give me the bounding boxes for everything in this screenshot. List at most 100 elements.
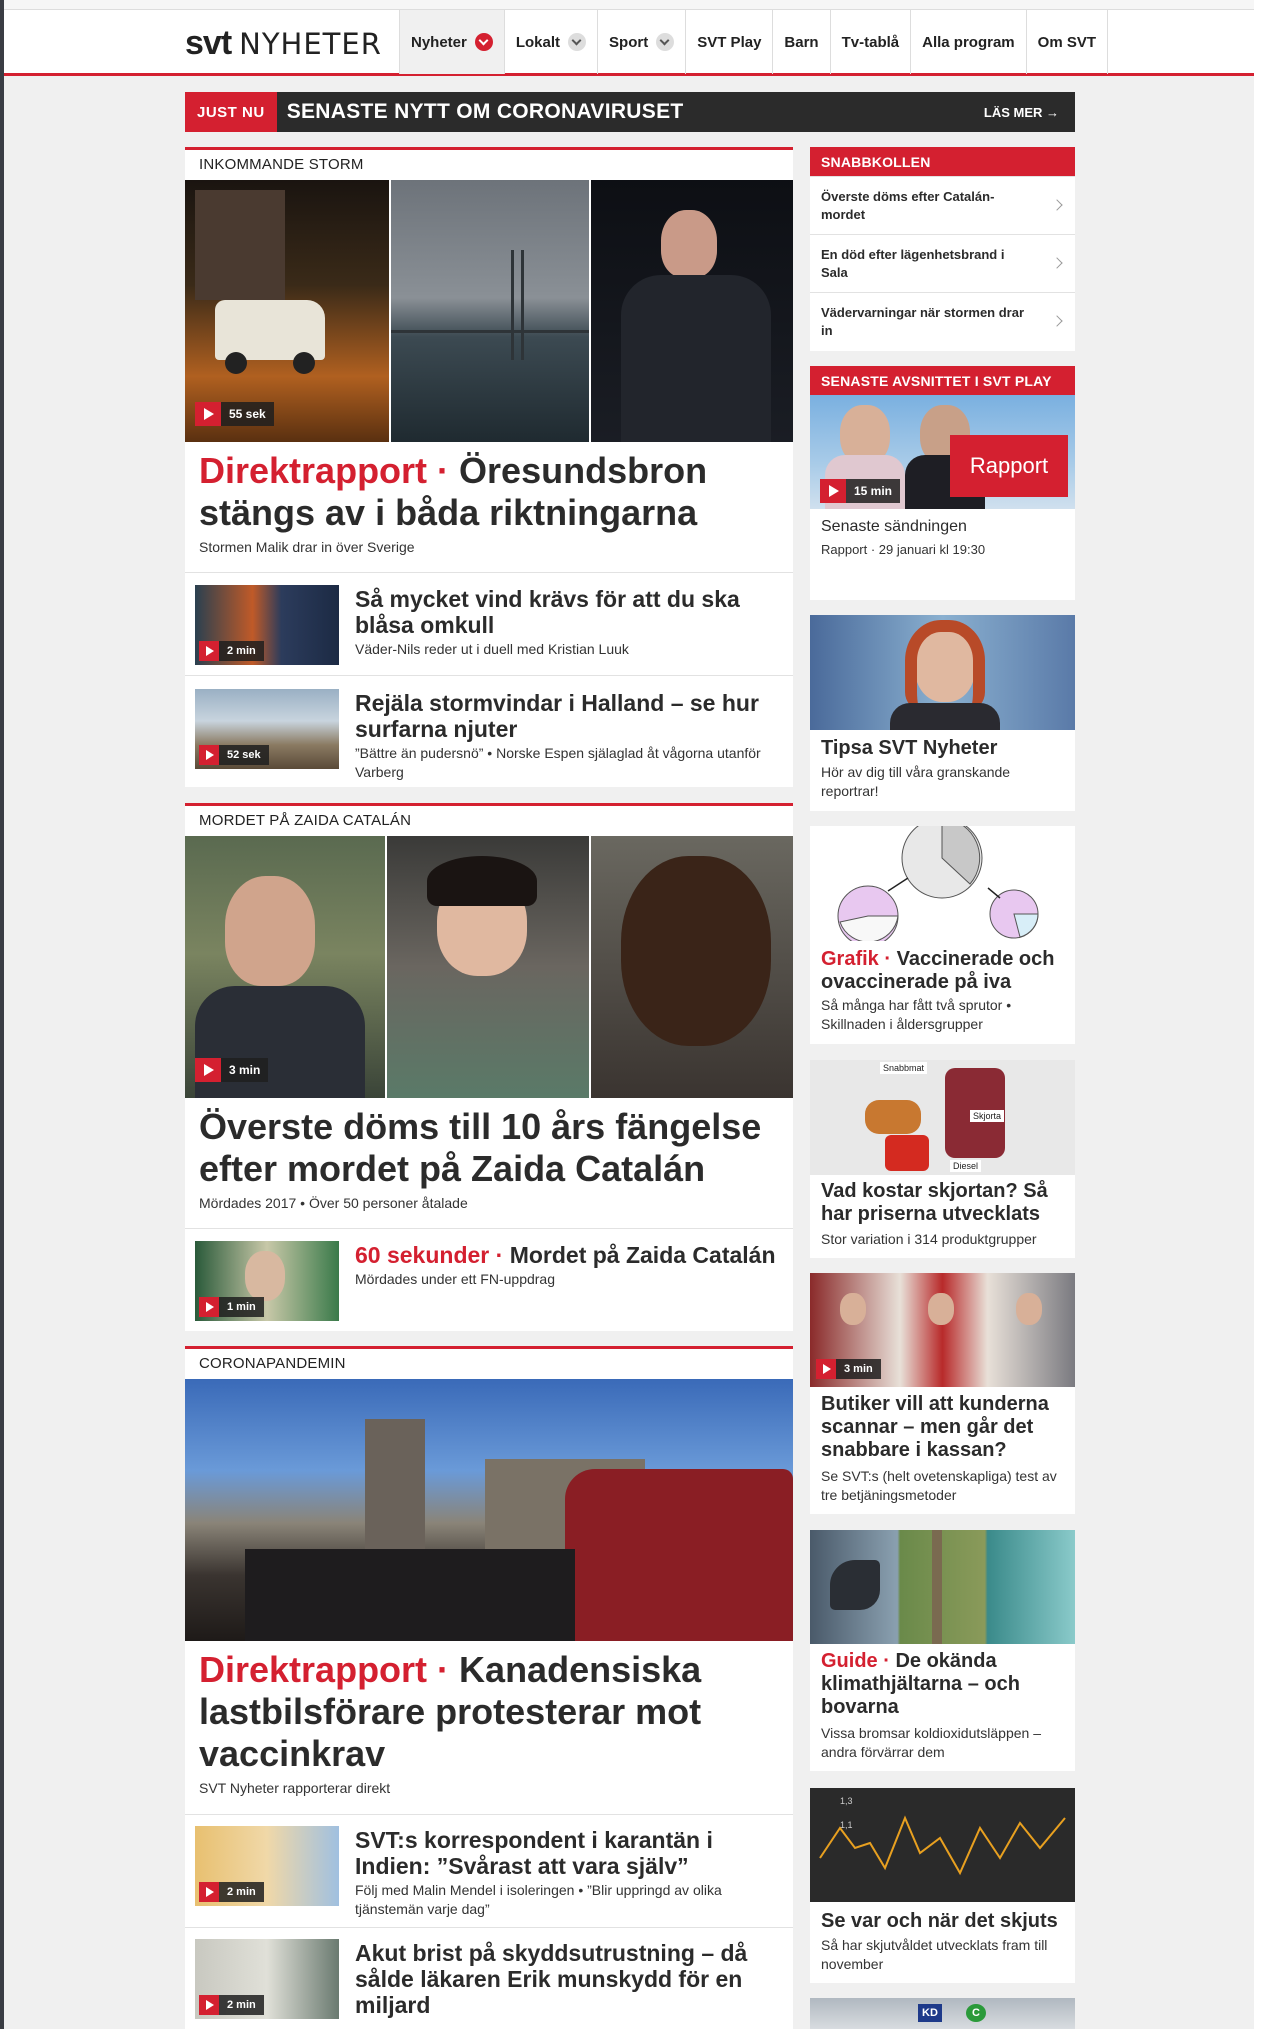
article-sub: Väder-Nils reder ut i duell med Kristian… <box>355 641 629 657</box>
video-duration-badge[interactable]: 3 min <box>816 1359 881 1379</box>
mordet-headline[interactable]: Överste döms till 10 års fängelse efter … <box>199 1106 779 1190</box>
tipsa-sub: Hör av dig till våra granskande reportra… <box>821 764 1011 799</box>
axis-label: 1,1 <box>840 1820 853 1830</box>
just-nu-tag: JUST NU <box>185 92 277 132</box>
label-snabbmat: Snabbmat <box>880 1062 928 1074</box>
chevron-down-icon[interactable] <box>474 33 493 51</box>
grafik-box[interactable]: Grafik · Vaccinerade och ovaccinerade på… <box>810 826 1075 1044</box>
video-duration-badge[interactable]: 55 sek <box>195 402 274 426</box>
item-label: Överste döms efter Catalán-mordet <box>821 188 995 222</box>
butiker-box[interactable]: 3 min Butiker vill att kunderna scannar … <box>810 1273 1075 1514</box>
article-title[interactable]: Rejäla stormvindar i Halland – se hur su… <box>355 690 775 742</box>
snabbkollen-box: SNABBKOLLEN Överste döms efter Catalán-m… <box>810 147 1075 351</box>
mordet-image-zaida[interactable] <box>387 836 589 1098</box>
kd-badge: KD <box>918 2004 942 2022</box>
play-icon <box>199 1995 219 2015</box>
video-duration-badge[interactable]: 2 min <box>199 1882 264 1902</box>
chevron-down-icon[interactable] <box>656 33 675 51</box>
nav-item-nyheter[interactable]: Nyheter <box>400 10 505 74</box>
thumb-skyddsutrustning[interactable]: 2 min <box>195 1939 339 2019</box>
article-title[interactable]: SVT:s korrespondent i karantän i Indien:… <box>355 1827 775 1879</box>
snabbkollen-item[interactable]: Vädervarningar när stormen drar in <box>810 292 1075 350</box>
play-icon <box>199 1882 219 1902</box>
las-mer-link[interactable]: LÄS MER → <box>984 105 1059 120</box>
logo-svt: svt <box>185 24 232 62</box>
nav-item-om-svt[interactable]: Om SVT <box>1027 10 1109 74</box>
svt-nyheter-logo[interactable]: svt NYHETER <box>185 24 382 62</box>
nav-item-barn[interactable]: Barn <box>773 10 831 74</box>
storm-image-reporter[interactable] <box>591 180 793 442</box>
storm-image-car[interactable]: 55 sek <box>185 180 389 442</box>
corona-section: CORONAPANDEMIN Direktrapport · Kanadensi… <box>185 1346 793 2029</box>
thumb-60-sekunder[interactable]: 1 min <box>195 1241 339 1321</box>
storm-image-bridge[interactable] <box>391 180 589 442</box>
browser-page: svt NYHETER Nyheter Lokalt Sport SVT Pla… <box>4 0 1254 2029</box>
banner-headline[interactable]: SENASTE NYTT OM CORONAVIRUSET <box>287 100 984 124</box>
rapport-image[interactable]: Rapport 15 min <box>810 395 1075 509</box>
corona-headline[interactable]: Direktrapport · Kanadensiska lastbilsför… <box>199 1649 779 1775</box>
headline-text: Mordet på Zaida Catalán <box>509 1242 776 1268</box>
thumb-vind[interactable]: 2 min <box>195 585 339 665</box>
nav-item-svt-play[interactable]: SVT Play <box>686 10 774 74</box>
section-label: INKOMMANDE STORM <box>199 156 364 173</box>
divider <box>185 1228 793 1229</box>
thumb-surf[interactable]: 52 sek <box>195 689 339 769</box>
nav-item-tv-tabla[interactable]: Tv-tablå <box>831 10 912 74</box>
article-title[interactable]: Så mycket vind krävs för att du ska blås… <box>355 586 775 638</box>
skjorta-image: Snabbmat Skjorta Diesel <box>810 1060 1075 1175</box>
headline-prefix: Guide · <box>821 1650 890 1672</box>
divider <box>185 1814 793 1815</box>
storm-subtitle: Stormen Malik drar in över Sverige <box>199 539 415 555</box>
article-sub: ”Bättre än pudersnö” • Norske Espen själ… <box>355 745 761 780</box>
play-icon <box>195 402 221 426</box>
duration-text: 2 min <box>227 645 256 657</box>
butiker-title: Butiker vill att kunderna scannar – men … <box>821 1393 1049 1461</box>
rapport-badge: Rapport <box>950 435 1068 497</box>
snabbkollen-item[interactable]: En död efter lägenhetsbrand i Sala <box>810 234 1075 292</box>
guide-box[interactable]: Guide · De okända klimathjältarna – och … <box>810 1530 1075 1771</box>
corona-subtitle: SVT Nyheter rapporterar direkt <box>199 1780 391 1796</box>
article-title[interactable]: Akut brist på skyddsutrustning – då såld… <box>355 1940 775 2018</box>
video-duration-badge[interactable]: 52 sek <box>199 745 269 765</box>
skjorta-title: Vad kostar skjortan? Så har priserna utv… <box>821 1180 1048 1225</box>
article-sub: Mördades under ett FN-uppdrag <box>355 1271 555 1287</box>
label-diesel: Diesel <box>950 1160 982 1172</box>
duration-text: 3 min <box>844 1363 873 1375</box>
video-duration-badge[interactable]: 2 min <box>199 1995 264 2015</box>
article-title[interactable]: 60 sekunder · Mordet på Zaida Catalán <box>355 1242 785 1268</box>
svt-play-header: SENASTE AVSNITTET I SVT PLAY <box>810 366 1075 395</box>
item-label: En död efter lägenhetsbrand i Sala <box>821 246 1005 280</box>
svt-play-box[interactable]: SENASTE AVSNITTET I SVT PLAY Rapport 15 … <box>810 366 1075 600</box>
top-strip <box>4 0 1254 10</box>
section-label: CORONAPANDEMIN <box>199 1355 346 1372</box>
play-icon <box>195 1058 221 1082</box>
nav-item-lokalt[interactable]: Lokalt <box>505 10 599 74</box>
duration-text: 2 min <box>227 1886 256 1898</box>
duration-text: 3 min <box>229 1063 261 1077</box>
snabbkollen-item[interactable]: Överste döms efter Catalán-mordet <box>810 176 1075 234</box>
mordet-image-reporter[interactable]: 3 min <box>185 836 385 1098</box>
item-label: Vädervarningar när stormen drar in <box>821 304 1025 338</box>
thumb-indien[interactable]: 2 min <box>195 1826 339 1906</box>
duration-text: 55 sek <box>229 407 266 421</box>
tipsa-title: Tipsa SVT Nyheter <box>821 737 998 759</box>
chevron-down-icon[interactable] <box>568 33 587 51</box>
guide-title: Guide · De okända klimathjältarna – och … <box>821 1650 1066 1719</box>
tipsa-box[interactable]: Tipsa SVT Nyheter Hör av dig till våra g… <box>810 615 1075 811</box>
nav-item-alla-program[interactable]: Alla program <box>911 10 1027 74</box>
article-sub: Följ med Malin Mendel i isoleringen • ”B… <box>355 1882 722 1917</box>
headline-prefix: 60 sekunder · <box>355 1242 504 1268</box>
corona-image-trucks[interactable] <box>185 1379 793 1641</box>
skjuts-box[interactable]: 1,3 1,1 Se var och när det skjuts Så har… <box>810 1788 1075 1983</box>
video-duration-badge[interactable]: 1 min <box>199 1297 264 1317</box>
mordet-image-colonel[interactable] <box>591 836 793 1098</box>
video-duration-badge[interactable]: 15 min <box>820 479 901 503</box>
skjorta-box[interactable]: Snabbmat Skjorta Diesel Vad kostar skjor… <box>810 1060 1075 1258</box>
video-duration-badge[interactable]: 2 min <box>199 641 264 661</box>
nav-item-sport[interactable]: Sport <box>598 10 687 74</box>
storm-headline[interactable]: Direktrapport · Öresundsbron stängs av i… <box>199 450 779 534</box>
just-nu-banner[interactable]: JUST NU SENASTE NYTT OM CORONAVIRUSET LÄ… <box>185 92 1075 132</box>
partier-box[interactable]: KD C <box>810 1998 1075 2029</box>
headline-prefix: Direktrapport · <box>199 1649 450 1690</box>
video-duration-badge[interactable]: 3 min <box>195 1058 269 1082</box>
